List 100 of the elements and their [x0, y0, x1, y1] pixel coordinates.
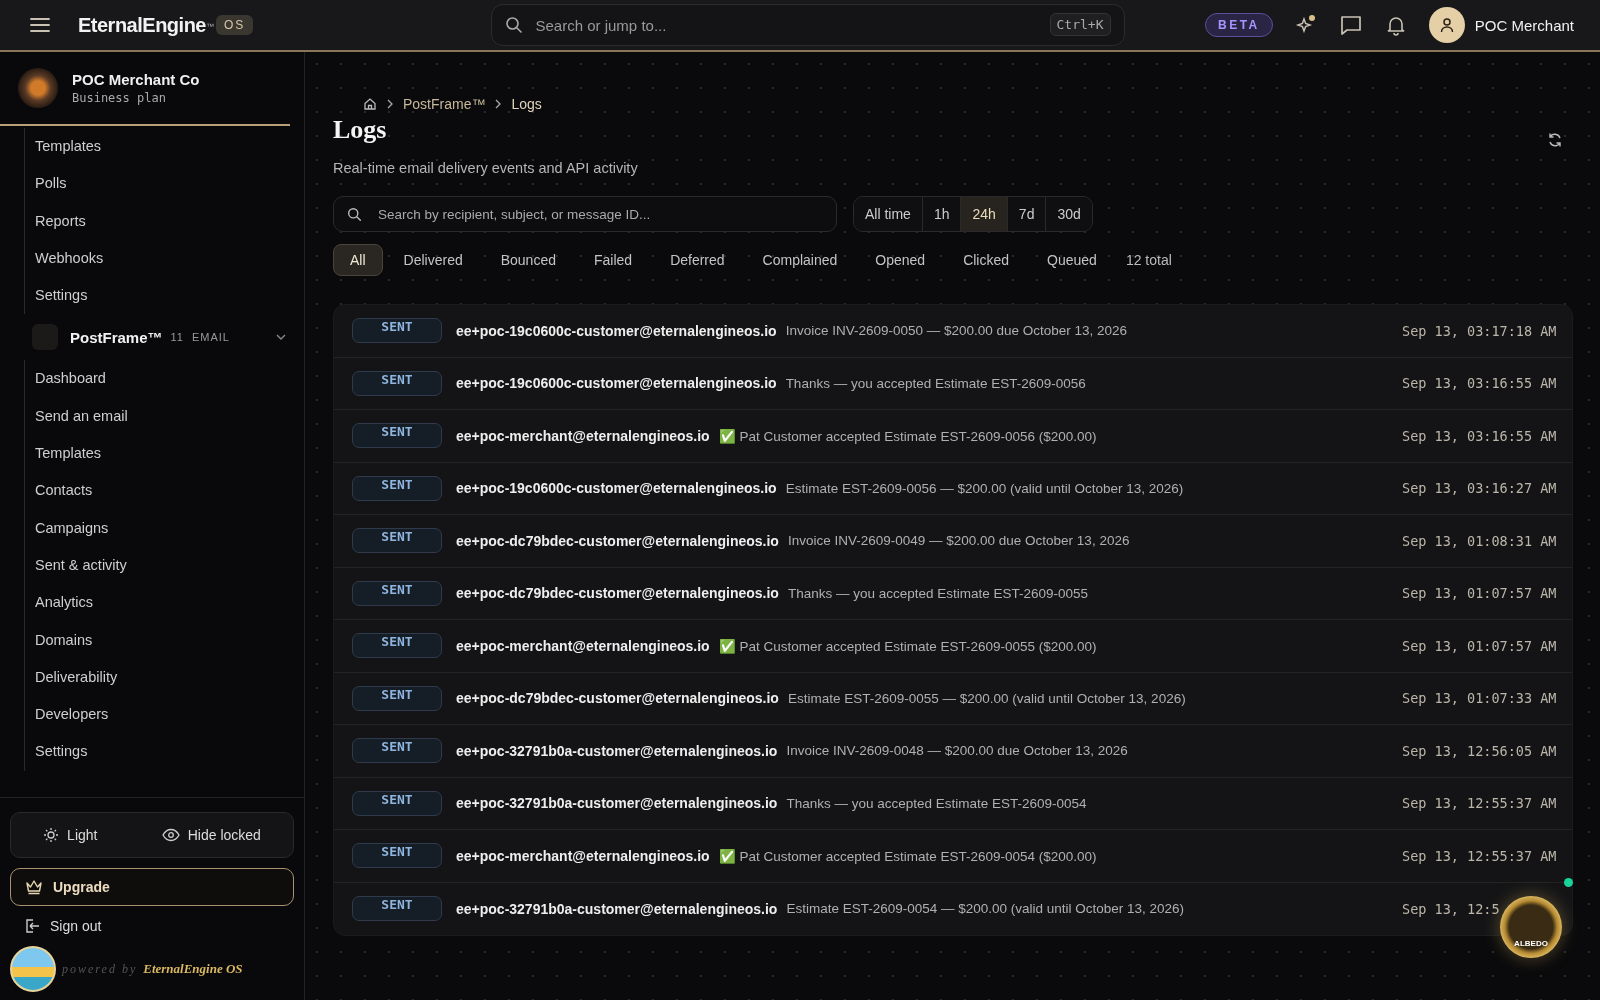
status-badge: SENT: [352, 843, 442, 869]
theme-button[interactable]: Light: [37, 819, 104, 851]
email-subject: Invoice INV-2609-0048 — $200.00 due October 13, 2026: [786, 743, 1128, 759]
sidebar-item[interactable]: Templates: [25, 435, 290, 473]
status-filter-tab[interactable]: All: [333, 244, 383, 276]
time-range-tab[interactable]: All time: [854, 197, 923, 231]
log-row[interactable]: SENT ee+poc-dc79bdec-customer@eternalengineos.io Estimate EST-2609-0055 — $200.00 (valid until October 13, 2026) Sep 13, 01:07:33 AM: [334, 672, 1572, 725]
timestamp: Sep 13, 01:08:31 AM: [1402, 532, 1554, 549]
sidebar-group-header[interactable]: PostFrame™ 11 EMAIL: [24, 314, 290, 361]
log-row[interactable]: SENT ee+poc-dc79bdec-customer@eternalengineos.io Invoice INV-2609-0049 — $200.00 due October 13, 2026 Sep 13, 01:08:31 AM: [334, 515, 1572, 568]
sidebar-item[interactable]: Sent & activity: [25, 546, 290, 585]
sidebar-item[interactable]: Reports: [25, 202, 290, 240]
sidebar-item[interactable]: Dashboard: [25, 360, 290, 398]
recipient-email: ee+poc-dc79bdec-customer@eternalengineos.io: [456, 690, 779, 707]
sign-out-link[interactable]: Sign out: [10, 916, 294, 936]
chevron-icon: [387, 99, 393, 109]
log-row[interactable]: SENT ee+poc-merchant@eternalengineos.io ✅ Pat Customer accepted Estimate EST-2609-0054 ($200.00) Sep 13, 12:55:37 AM: [334, 830, 1572, 883]
chat-icon[interactable]: [1338, 14, 1363, 36]
status-filter-tab[interactable]: Delivered: [386, 244, 480, 276]
sidebar-item[interactable]: Domains: [25, 621, 290, 659]
sidebar-item[interactable]: Developers: [25, 696, 290, 734]
group-count: 11: [170, 331, 184, 344]
status-badge: SENT: [352, 423, 442, 449]
breadcrumb-link[interactable]: PostFrame™: [403, 96, 486, 112]
status-badge: SENT: [352, 738, 442, 764]
time-range-tab[interactable]: 1h: [922, 197, 962, 231]
recipient-email: ee+poc-merchant@eternalengineos.io: [456, 847, 710, 864]
powered-by-brand: EternalEngine OS: [143, 961, 243, 977]
sidebar-item[interactable]: Webhooks: [25, 239, 290, 278]
time-range-tab[interactable]: 7d: [1007, 197, 1047, 231]
os-badge: OS: [216, 15, 254, 35]
recipient-email: ee+poc-32791b0a-customer@eternalengineos.io: [456, 742, 778, 759]
status-badge: SENT: [352, 580, 442, 606]
beach-avatar[interactable]: [10, 946, 56, 992]
log-row[interactable]: SENT ee+poc-merchant@eternalengineos.io ✅ Pat Customer accepted Estimate EST-2609-0055 ($200.00) Sep 13, 01:07:57 AM: [334, 620, 1572, 673]
log-row[interactable]: SENT ee+poc-19c0600c-customer@eternalengineos.io Thanks — you accepted Estimate EST-2609-0056 Sep 13, 03:16:55 AM: [334, 357, 1572, 410]
breadcrumb-link[interactable]: Logs: [511, 96, 542, 112]
email-subject: Invoice INV-2609-0049 — $200.00 due October 13, 2026: [787, 533, 1130, 549]
sidebar-item[interactable]: Contacts: [25, 472, 290, 510]
sidebar-item[interactable]: Settings: [25, 277, 290, 315]
log-row[interactable]: SENT ee+poc-32791b0a-customer@eternalengineos.io Invoice INV-2609-0048 — $200.00 due October 13, 2026 Sep 13, 12:56:05 AM: [334, 725, 1572, 778]
refresh-icon[interactable]: [1547, 132, 1563, 148]
sidebar-item[interactable]: Settings: [25, 733, 290, 771]
log-row[interactable]: SENT ee+poc-19c0600c-customer@eternalengineos.io Estimate EST-2609-0056 — $200.00 (valid until October 13, 2026) Sep 13, 03:16:27 AM: [334, 462, 1572, 515]
status-filter-tab[interactable]: Failed: [577, 244, 650, 276]
user-avatar[interactable]: [1428, 7, 1465, 43]
total-count: 12 total: [1125, 252, 1172, 268]
hide-locked-button[interactable]: Hide locked: [155, 819, 267, 851]
crown-icon: [25, 879, 43, 895]
home-icon[interactable]: [363, 97, 377, 111]
recipient-email: ee+poc-merchant@eternalengineos.io: [456, 427, 710, 444]
time-range-tab[interactable]: 30d: [1046, 197, 1092, 231]
timestamp: Sep 13, 12:55:37 AM: [1402, 795, 1554, 812]
sidebar-item[interactable]: Deliverability: [25, 658, 290, 697]
email-subject: ✅ Pat Customer accepted Estimate EST-2609-0054 ($200.00): [718, 847, 1097, 864]
app-logo[interactable]: EternalEngine: [78, 13, 206, 37]
status-badge: SENT: [352, 318, 442, 344]
log-row[interactable]: SENT ee+poc-dc79bdec-customer@eternalengineos.io Thanks — you accepted Estimate EST-2609-0055 Sep 13, 01:07:57 AM: [334, 567, 1572, 620]
user-name[interactable]: POC Merchant: [1474, 16, 1574, 34]
sidebar-item[interactable]: Polls: [25, 165, 290, 203]
sidebar-item[interactable]: Templates: [25, 128, 290, 166]
timestamp: Sep 13, 03:16:55 AM: [1402, 375, 1554, 392]
status-filter-tab[interactable]: Clicked: [946, 244, 1027, 276]
powered-by-label: powered by: [62, 961, 138, 977]
status-filter-tab[interactable]: Bounced: [483, 244, 573, 276]
timestamp: Sep 13, 03:16:55 AM: [1402, 427, 1554, 444]
page-subtitle: Real-time email delivery events and API activity: [333, 160, 639, 176]
group-name: PostFrame™: [70, 329, 163, 346]
status-filter-tab[interactable]: Complained: [745, 244, 855, 276]
search-field[interactable]: Search by recipient, subject, or message ID...: [333, 196, 837, 232]
timestamp: Sep 13, 12:56:05 AM: [1402, 742, 1554, 759]
log-row[interactable]: SENT ee+poc-32791b0a-customer@eternalengineos.io Thanks — you accepted Estimate EST-2609-0054 Sep 13, 12:55:37 AM: [334, 777, 1572, 830]
status-filter-tab[interactable]: Deferred: [653, 244, 742, 276]
sidebar-item[interactable]: Send an email: [25, 397, 290, 436]
status-badge: SENT: [352, 633, 442, 659]
recipient-email: ee+poc-dc79bdec-customer@eternalengineos.io: [456, 585, 779, 602]
online-status-dot: [1564, 878, 1573, 887]
email-subject: Thanks — you accepted Estimate EST-2609-0055: [787, 585, 1089, 601]
time-range-tab[interactable]: 24h: [961, 197, 1008, 231]
status-filter-tab[interactable]: Queued: [1030, 244, 1114, 276]
status-badge: SENT: [352, 475, 442, 501]
log-row[interactable]: SENT ee+poc-merchant@eternalengineos.io ✅ Pat Customer accepted Estimate EST-2609-0056 ($200.00) Sep 13, 03:16:55 AM: [334, 410, 1572, 463]
log-row[interactable]: SENT ee+poc-19c0600c-customer@eternalengineos.io Invoice INV-2609-0050 — $200.00 due October 13, 2026 Sep 13, 03:17:18 AM: [334, 305, 1572, 358]
status-filter-tab[interactable]: Opened: [858, 244, 943, 276]
status-badge: SENT: [352, 370, 442, 396]
email-subject: Estimate EST-2609-0055 — $200.00 (valid until October 13, 2026): [787, 690, 1186, 706]
email-subject: ✅ Pat Customer accepted Estimate EST-2609-0055 ($200.00): [718, 637, 1097, 654]
recipient-email: ee+poc-32791b0a-customer@eternalengineos.io: [456, 900, 778, 917]
chevron-icon: [495, 99, 502, 109]
timestamp: Sep 13, 12:5: [1402, 900, 1501, 917]
sidebar-item[interactable]: Analytics: [25, 584, 290, 622]
menu-icon[interactable]: [30, 17, 50, 33]
eye-icon: [161, 828, 180, 842]
org-plan: Business plan: [72, 91, 167, 105]
search-icon: [504, 16, 523, 34]
page-title: Logs: [333, 115, 387, 145]
sun-icon: [43, 827, 60, 843]
status-badge: SENT: [352, 528, 442, 554]
sidebar-item[interactable]: Campaigns: [25, 509, 290, 547]
upgrade-button[interactable]: Upgrade: [10, 868, 294, 906]
